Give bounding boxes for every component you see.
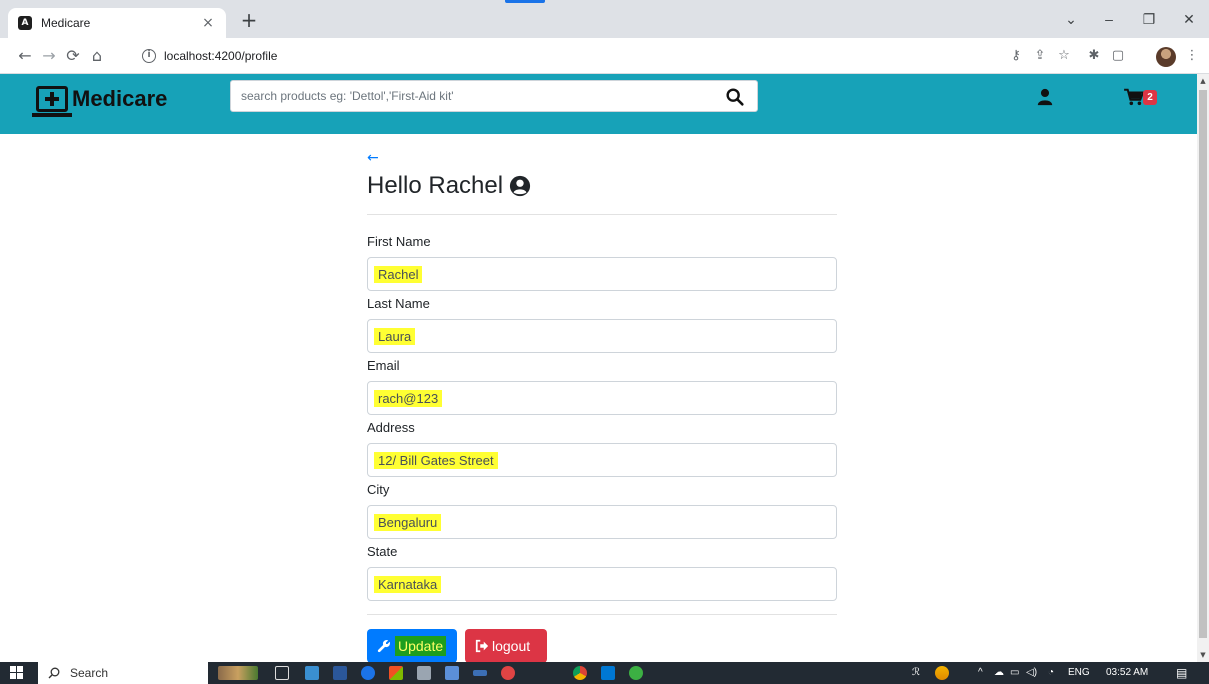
language-indicator[interactable]: ENG (1068, 662, 1090, 684)
taskbar-app-icon[interactable] (445, 666, 459, 680)
close-window-button[interactable]: ✕ (1172, 6, 1206, 32)
city-field[interactable]: Bengaluru (367, 505, 837, 539)
update-button[interactable]: Update (367, 629, 457, 663)
first-name-field[interactable]: Rachel (367, 257, 837, 291)
tab-search-dropdown-icon[interactable]: ⌄ (1054, 6, 1088, 32)
first-name-value: Rachel (374, 266, 423, 283)
app-navbar: Medicare 2 (0, 74, 1197, 134)
chrome-icon[interactable] (573, 666, 587, 680)
back-arrow-link[interactable]: ← (367, 150, 379, 166)
bookmark-star-icon[interactable]: ☆ (1054, 46, 1074, 66)
address-field[interactable]: 12/ Bill Gates Street (367, 443, 837, 477)
sign-out-icon (475, 639, 489, 653)
share-icon[interactable]: ⇪ (1030, 46, 1050, 66)
divider (367, 614, 837, 615)
profile-avatar[interactable] (1156, 47, 1176, 67)
brand-name: Medicare (72, 86, 168, 111)
url-text: localhost:4200/profile (164, 49, 278, 63)
user-circle-icon (509, 175, 531, 197)
angular-favicon-icon: A (18, 16, 32, 30)
taskbar-search-box[interactable]: Search (38, 662, 208, 684)
cart-count-badge: 2 (1143, 90, 1157, 105)
word-icon[interactable] (333, 666, 347, 680)
taskbar-app-icon[interactable] (389, 666, 403, 680)
email-label: Email (367, 358, 400, 373)
windows-taskbar: Search ℛ ^ ☁ ▭ ◁) ◔ ENG 03:52 AM ▤ (0, 662, 1209, 684)
scrollbar-thumb[interactable] (1199, 90, 1207, 638)
cart-icon[interactable] (1123, 88, 1145, 106)
site-info-icon[interactable]: i (142, 49, 156, 63)
tray-chevron-icon[interactable]: ^ (978, 662, 983, 684)
address-label: Address (367, 420, 415, 435)
product-search-input[interactable] (230, 80, 758, 112)
back-icon[interactable]: ← (14, 44, 36, 68)
address-value: 12/ Bill Gates Street (374, 452, 498, 469)
taskbar-search-icon (48, 667, 60, 679)
state-value: Karnataka (374, 576, 442, 593)
new-tab-button[interactable]: + (236, 8, 262, 34)
notification-icon[interactable]: ▤ (1176, 662, 1187, 684)
taskbar-app-icon[interactable] (305, 666, 319, 680)
people-icon[interactable]: ℛ (912, 662, 920, 684)
menu-kebab-icon[interactable]: ⋮ (1182, 46, 1202, 66)
wifi-icon[interactable]: ◔ (1048, 662, 1054, 684)
greeting-text: Hello Rachel (367, 172, 504, 199)
state-label: State (367, 544, 398, 559)
divider (367, 214, 837, 215)
forward-icon[interactable]: → (38, 44, 60, 68)
extensions-icon[interactable]: ✱ (1084, 46, 1104, 66)
taskbar-app-icon[interactable] (501, 666, 515, 680)
medical-laptop-icon (32, 86, 72, 117)
home-icon[interactable]: ⌂ (86, 44, 108, 68)
address-bar[interactable]: i localhost:4200/profile (130, 43, 990, 69)
reload-icon[interactable]: ⟳ (62, 44, 84, 68)
key-icon[interactable]: ⚷ (1006, 46, 1026, 66)
tab-title: Medicare (41, 16, 91, 30)
volume-icon[interactable]: ◁) (1026, 662, 1037, 684)
taskbar-widget-icon[interactable] (218, 666, 258, 680)
windows-start-icon[interactable] (10, 666, 24, 680)
first-name-label: First Name (367, 234, 431, 249)
logout-button[interactable]: logout (465, 629, 547, 663)
battery-icon[interactable]: ▭ (1010, 662, 1019, 684)
taskbar-app-icon[interactable] (473, 670, 487, 676)
taskbar-app-icon[interactable] (629, 666, 643, 680)
taskbar-app-icon[interactable] (361, 666, 375, 680)
state-field[interactable]: Karnataka (367, 567, 837, 601)
update-label: Update (395, 636, 447, 656)
minimize-window-button[interactable]: – (1092, 6, 1126, 32)
search-icon[interactable] (724, 86, 746, 108)
browser-tab-strip: A Medicare × + ⌄ – ❐ ✕ (0, 0, 1209, 38)
scroll-up-icon[interactable]: ▲ (1197, 74, 1209, 88)
page-scrollbar[interactable]: ▲ ▼ (1197, 74, 1209, 662)
onedrive-icon[interactable]: ☁ (994, 662, 1004, 684)
wrench-icon (377, 640, 390, 653)
city-value: Bengaluru (374, 514, 442, 531)
weather-icon[interactable] (935, 666, 949, 680)
side-panel-icon[interactable]: ▢ (1108, 46, 1128, 66)
brand-logo[interactable]: Medicare (32, 86, 168, 117)
logout-label: logout (492, 638, 531, 654)
browser-toolbar: ← → ⟳ ⌂ i localhost:4200/profile ⚷ ⇪ ☆ ✱… (0, 38, 1209, 74)
restore-window-button[interactable]: ❐ (1132, 6, 1166, 32)
user-icon[interactable] (1036, 88, 1054, 106)
browser-tab-medicare[interactable]: A Medicare × (8, 8, 226, 38)
taskbar-search-label: Search (70, 666, 109, 680)
email-value: rach@123 (374, 390, 443, 407)
city-label: City (367, 482, 390, 497)
last-name-value: Laura (374, 328, 416, 345)
page-title: Hello Rachel (367, 172, 531, 200)
last-name-field[interactable]: Laura (367, 319, 837, 353)
task-view-icon[interactable] (275, 666, 289, 680)
email-field[interactable]: rach@123 (367, 381, 837, 415)
taskbar-app-icon[interactable] (417, 666, 431, 680)
scroll-down-icon[interactable]: ▼ (1197, 648, 1209, 662)
tab-indicator (505, 0, 545, 3)
vscode-icon[interactable] (601, 666, 615, 680)
last-name-label: Last Name (367, 296, 430, 311)
tab-close-icon[interactable]: × (200, 15, 216, 31)
clock-time[interactable]: 03:52 AM (1106, 662, 1148, 684)
